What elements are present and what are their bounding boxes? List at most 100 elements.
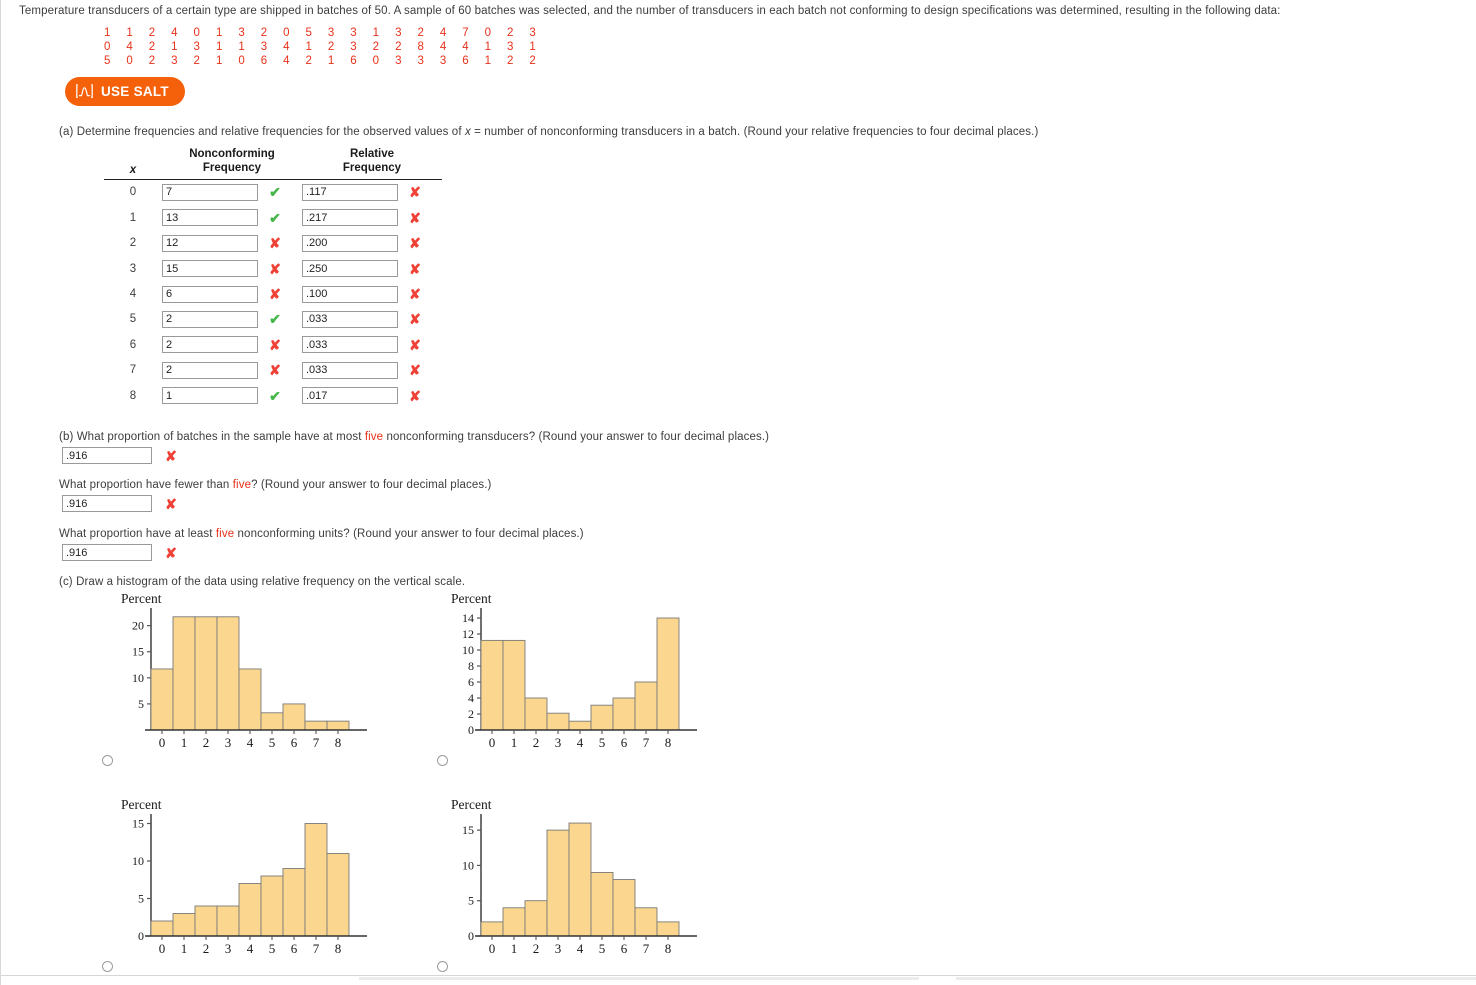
part-b-answer-3-incorrect-icon: ✘ xyxy=(165,544,177,561)
relative-frequency-cell: ✘ xyxy=(302,183,442,201)
frequency-input[interactable] xyxy=(162,387,258,405)
data-value: 2 xyxy=(395,41,402,53)
table-row: 2 ✘ ✘ xyxy=(104,231,442,256)
frequency-correct-icon: ✔ xyxy=(269,209,281,226)
relative-frequency-incorrect-icon: ✘ xyxy=(409,286,421,302)
x-tick-label: 5 xyxy=(269,941,276,956)
frequency-input[interactable] xyxy=(162,336,258,354)
histogram-radio-4[interactable] xyxy=(437,961,448,972)
histogram-svg-2: Percent02468101214012345678Number xyxy=(451,591,747,750)
y-tick-label: 0 xyxy=(468,723,474,737)
relative-frequency-input[interactable] xyxy=(302,361,398,379)
frequency-input[interactable] xyxy=(162,260,258,278)
y-tick-label: 10 xyxy=(132,671,144,685)
x-tick-label: 7 xyxy=(313,941,320,956)
header-nonconforming-line2: Frequency xyxy=(202,162,262,175)
histogram-bar xyxy=(150,920,174,937)
histogram-bar xyxy=(612,879,636,937)
data-value: 4 xyxy=(171,27,178,39)
frequency-cell: ✔ xyxy=(162,183,302,201)
relative-frequency-incorrect-icon: ✘ xyxy=(409,362,421,379)
histogram-bar xyxy=(326,853,350,937)
relative-frequency-cell: ✘ xyxy=(302,336,442,354)
relative-frequency-incorrect-icon: ✘ xyxy=(409,209,421,226)
data-value: 2 xyxy=(148,41,156,53)
part-b-q1-tail: nonconforming transducers? (Round your a… xyxy=(383,431,770,443)
x-tick-label: 2 xyxy=(533,735,540,750)
x-tick-label: 6 xyxy=(621,941,628,956)
data-value: 3 xyxy=(260,41,268,53)
relative-frequency-incorrect-icon: ✘ xyxy=(409,387,421,404)
y-tick-label: 15 xyxy=(132,817,144,831)
data-value: 1 xyxy=(484,55,492,67)
frequency-cell: ✘ xyxy=(162,285,302,303)
relative-frequency-input[interactable] xyxy=(302,260,398,278)
relative-frequency-cell: ✘ xyxy=(302,209,442,227)
histogram-bar xyxy=(172,616,196,731)
relative-frequency-input[interactable] xyxy=(302,387,398,405)
relative-frequency-cell: ✘ xyxy=(302,361,442,379)
frequency-input[interactable] xyxy=(162,361,258,379)
table-row: 1 ✔ ✘ xyxy=(104,205,442,230)
x-tick-label: 8 xyxy=(665,735,672,750)
frequency-input[interactable] xyxy=(162,209,258,227)
row-x-value: 0 xyxy=(129,186,137,199)
data-value: 3 xyxy=(395,27,402,39)
scrollbar-track-right[interactable] xyxy=(956,977,1476,980)
y-tick-label: 10 xyxy=(132,854,144,868)
data-value: 0 xyxy=(484,27,492,39)
use-salt-button[interactable]: USE SALT xyxy=(65,77,185,106)
histogram-radio-3[interactable] xyxy=(102,961,113,972)
frequency-input[interactable] xyxy=(162,183,258,201)
table-row: 0 ✔ ✘ xyxy=(104,180,442,205)
part-c-prompt: (c) Draw a histogram of the data using r… xyxy=(59,576,466,588)
histogram-svg-3: Percent051015012345678Number xyxy=(121,797,417,956)
relative-frequency-input[interactable] xyxy=(302,336,398,354)
histogram-option-4[interactable]: Percent051015012345678Number xyxy=(437,797,747,963)
y-tick-label: 4 xyxy=(468,691,474,705)
y-tick-label: 6 xyxy=(468,675,474,689)
x-tick-label: 6 xyxy=(621,735,628,750)
histogram-bar xyxy=(150,668,174,731)
relative-frequency-input[interactable] xyxy=(302,183,398,201)
data-value: 2 xyxy=(327,41,335,53)
frequency-incorrect-icon: ✘ xyxy=(269,362,281,379)
histogram-option-1[interactable]: Percent5101520012345678Number xyxy=(107,591,417,757)
x-tick-label: 4 xyxy=(577,941,584,956)
y-tick-label: 14 xyxy=(462,611,474,625)
relative-frequency-input[interactable] xyxy=(302,310,398,328)
y-axis-label: Percent xyxy=(451,592,492,606)
data-value: 4 xyxy=(126,41,133,53)
frequency-cell: ✔ xyxy=(162,310,302,328)
data-value: 6 xyxy=(462,55,469,67)
data-value: 2 xyxy=(260,27,268,39)
relative-frequency-input[interactable] xyxy=(302,285,398,303)
part-b-answer-input-1[interactable] xyxy=(62,447,152,464)
y-axis-label: Percent xyxy=(121,592,162,606)
part-b-question-3: What proportion have at least five nonco… xyxy=(59,528,584,540)
histogram-option-3[interactable]: Percent051015012345678Number xyxy=(107,797,417,963)
data-value: 3 xyxy=(193,41,200,53)
histogram-radio-2[interactable] xyxy=(437,755,448,766)
part-b-answer-input-2[interactable] xyxy=(62,495,152,512)
frequency-input[interactable] xyxy=(162,234,258,252)
histogram-radio-1[interactable] xyxy=(102,755,113,766)
scrollbar-track-left[interactable] xyxy=(359,977,919,980)
part-b-q2-lead: What proportion have fewer than xyxy=(59,479,233,491)
frequency-input[interactable] xyxy=(162,310,258,328)
relative-frequency-input[interactable] xyxy=(302,209,398,227)
x-tick-label: 1 xyxy=(181,941,188,956)
relative-frequency-cell: ✘ xyxy=(302,260,442,278)
x-tick-label: 4 xyxy=(577,735,584,750)
part-b-answer-input-3[interactable] xyxy=(62,544,152,561)
data-value: 2 xyxy=(507,27,514,39)
histogram-option-2[interactable]: Percent02468101214012345678Number xyxy=(437,591,747,757)
histogram-bar xyxy=(194,616,218,731)
x-tick-label: 3 xyxy=(555,735,562,750)
frequency-cell: ✘ xyxy=(162,260,302,278)
relative-frequency-input[interactable] xyxy=(302,234,398,252)
data-value: 1 xyxy=(171,41,178,53)
part-b-answer-row-1: ✘ xyxy=(62,447,182,464)
data-value: 3 xyxy=(350,41,357,53)
frequency-input[interactable] xyxy=(162,285,258,303)
